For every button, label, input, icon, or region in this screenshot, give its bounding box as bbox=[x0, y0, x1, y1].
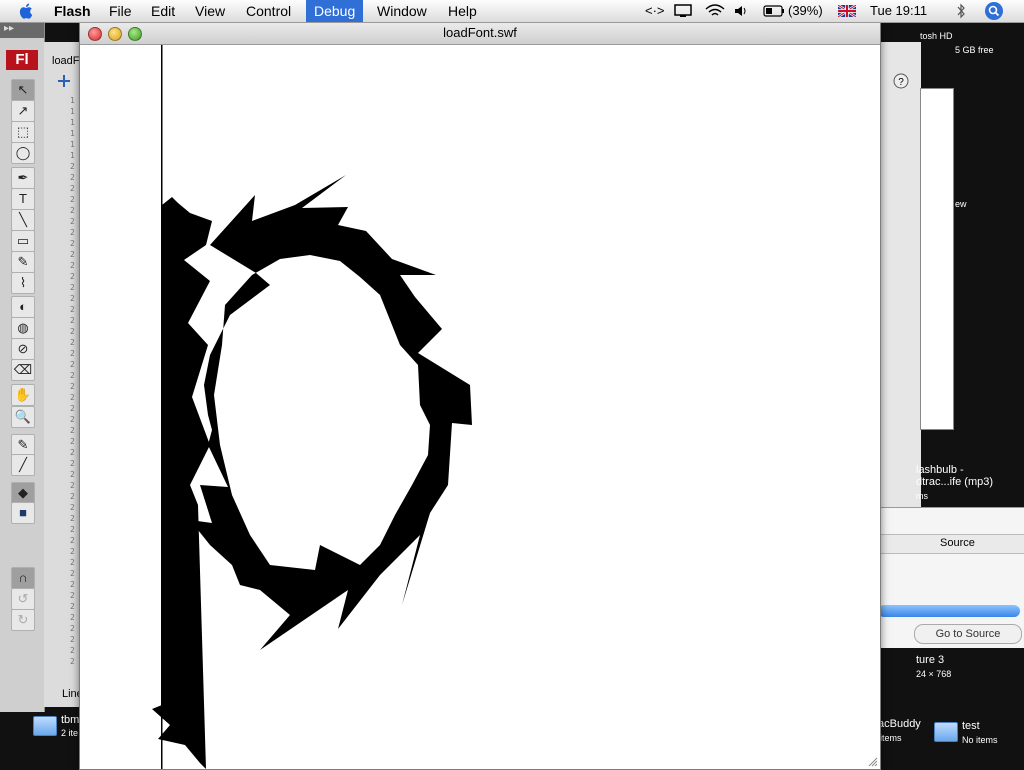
fill-color-icon[interactable]: ◆ bbox=[11, 482, 35, 504]
desktop-flashbulb-title[interactable]: lashbulb - bbox=[916, 464, 964, 476]
paint-bucket-tool[interactable]: ◍ bbox=[11, 317, 35, 339]
desktop-picture-size: 24 × 768 bbox=[916, 669, 952, 679]
battery-icon[interactable] bbox=[763, 5, 785, 17]
zoom-button[interactable] bbox=[128, 27, 142, 41]
add-script-icon[interactable] bbox=[56, 73, 72, 89]
ink-bottle-tool[interactable]: ◐ bbox=[11, 296, 35, 318]
volume-icon[interactable] bbox=[734, 4, 748, 18]
menu-window[interactable]: Window bbox=[369, 0, 435, 22]
menu-app-flash[interactable]: Flash bbox=[46, 0, 99, 22]
clock[interactable]: Tue 19:11 bbox=[870, 0, 927, 22]
selection-tool[interactable]: ↖ bbox=[11, 79, 35, 101]
window-title: loadFont.swf bbox=[443, 25, 517, 40]
resize-handle-icon[interactable] bbox=[868, 757, 878, 767]
script-menu-icon[interactable]: <·> bbox=[645, 0, 665, 22]
output-panel: Source Go to Source bbox=[878, 507, 1024, 648]
menu-edit[interactable]: Edit bbox=[143, 0, 183, 22]
subselection-tool[interactable]: ↗ bbox=[11, 100, 35, 122]
apple-menu-icon[interactable] bbox=[18, 2, 36, 20]
window-title-bar[interactable]: loadFont.swf bbox=[80, 22, 880, 45]
hand-tool[interactable]: ✋ bbox=[11, 384, 35, 406]
stylized-letter-p-glyph bbox=[152, 45, 472, 769]
output-table-header: Source bbox=[878, 534, 1024, 554]
tools-panel-grip[interactable]: ▸▸ bbox=[0, 22, 44, 38]
menu-view[interactable]: View bbox=[187, 0, 233, 22]
menu-file[interactable]: File bbox=[101, 0, 140, 22]
pencil-tool[interactable]: ✎ bbox=[11, 251, 35, 273]
swf-stage[interactable] bbox=[80, 45, 880, 769]
desktop-flashbulb-file[interactable]: dtrac...ife (mp3) bbox=[916, 476, 993, 488]
help-icon[interactable]: ? bbox=[893, 73, 909, 89]
tools-panel: ▸▸ Fl ↖ ↗ ⬚ ◯ ✒ T ╲ ▭ ✎ ⌇ ◐ ◍ ⊘ ⌫ ✋ 🔍 ✎ … bbox=[0, 22, 45, 712]
text-tool[interactable]: T bbox=[11, 188, 35, 210]
smooth-icon[interactable]: ↺ bbox=[11, 588, 35, 610]
desktop-folder-test[interactable]: test bbox=[962, 720, 980, 732]
hd-label: tosh HD bbox=[920, 31, 953, 41]
fill-swatch-icon[interactable]: ■ bbox=[11, 502, 35, 524]
free-transform-tool[interactable]: ⬚ bbox=[11, 121, 35, 143]
desktop-items-label: ms bbox=[916, 491, 928, 501]
svg-text:?: ? bbox=[898, 77, 904, 88]
eraser-tool[interactable]: ⌫ bbox=[11, 359, 35, 381]
minimize-button[interactable] bbox=[108, 27, 122, 41]
folder-icon[interactable] bbox=[934, 722, 958, 742]
stroke-color-icon[interactable]: ✎ bbox=[11, 434, 35, 456]
line-tool[interactable]: ╲ bbox=[11, 209, 35, 231]
pen-tool[interactable]: ✒ bbox=[11, 167, 35, 189]
finder-window-list bbox=[920, 88, 954, 430]
desktop-folder-test-count: No items bbox=[962, 735, 998, 745]
background-window bbox=[878, 42, 921, 507]
uk-flag-icon[interactable] bbox=[838, 5, 856, 17]
spotlight-search-icon[interactable] bbox=[984, 1, 1004, 21]
progress-bar bbox=[878, 605, 1020, 617]
swf-player-window: loadFont.swf bbox=[79, 21, 881, 770]
zoom-tool[interactable]: 🔍 bbox=[11, 406, 35, 428]
menu-debug[interactable]: Debug bbox=[306, 0, 364, 22]
snap-magnet-icon[interactable]: ∩ bbox=[11, 567, 35, 589]
rectangle-tool[interactable]: ▭ bbox=[11, 230, 35, 252]
close-button[interactable] bbox=[88, 27, 102, 41]
menu-bar: Flash File Edit View Control Debug Windo… bbox=[0, 0, 1024, 23]
wifi-icon[interactable] bbox=[704, 3, 726, 19]
eyedropper-tool[interactable]: ⊘ bbox=[11, 338, 35, 360]
bluetooth-icon[interactable] bbox=[956, 3, 966, 19]
desktop-folder-macbuddy-count: items bbox=[880, 733, 902, 743]
stroke-swatch-icon[interactable]: ╱ bbox=[11, 454, 35, 476]
desktop-folder-macbuddy[interactable]: acBuddy bbox=[878, 718, 921, 730]
display-icon[interactable] bbox=[674, 4, 692, 18]
menu-help[interactable]: Help bbox=[440, 0, 485, 22]
flash-logo: Fl bbox=[6, 50, 38, 70]
desktop-folder-tbm-count: 2 ite bbox=[61, 728, 79, 738]
source-column-header[interactable]: Source bbox=[940, 537, 975, 549]
desktop-folder-tbm[interactable]: tbm bbox=[61, 714, 79, 726]
battery-percent: (39%) bbox=[788, 3, 823, 18]
menu-control[interactable]: Control bbox=[238, 0, 299, 22]
editor-tab[interactable]: loadF bbox=[52, 55, 80, 67]
desktop-picture-label[interactable]: ture 3 bbox=[916, 654, 944, 666]
go-to-source-button[interactable]: Go to Source bbox=[914, 624, 1022, 644]
hd-free-space: 5 GB free bbox=[955, 45, 994, 55]
brush-tool[interactable]: ⌇ bbox=[11, 272, 35, 294]
straighten-icon[interactable]: ↻ bbox=[11, 609, 35, 631]
desktop-new-label: ew bbox=[955, 199, 967, 209]
lasso-tool[interactable]: ◯ bbox=[11, 142, 35, 164]
folder-icon[interactable] bbox=[33, 716, 57, 736]
